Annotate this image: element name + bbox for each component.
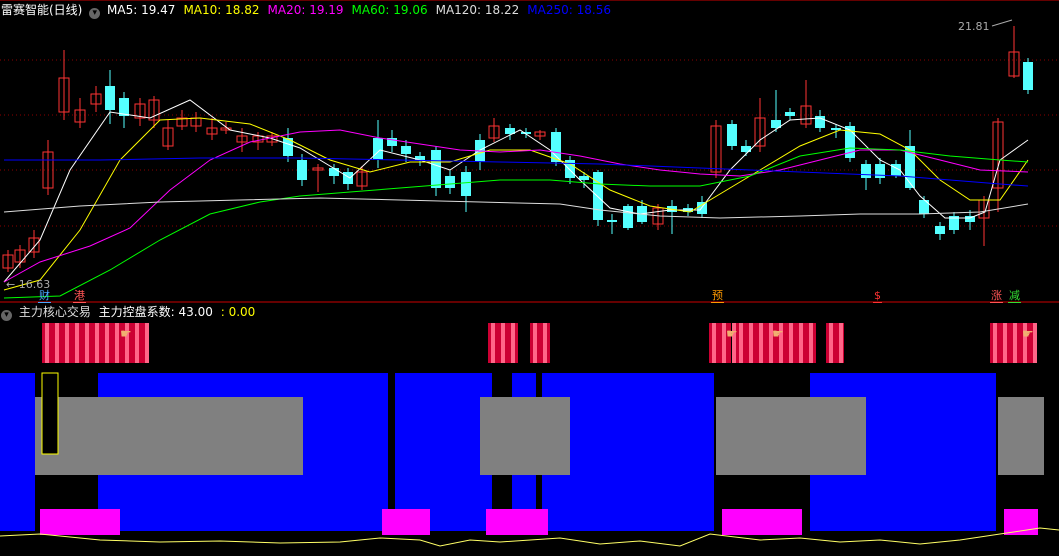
signal-bar-stripe: [75, 323, 79, 363]
signal-bar-stripe: [543, 323, 547, 363]
gray-block: [480, 397, 570, 475]
ma-legend-3: MA20: 19.19: [267, 3, 344, 17]
candle-body: [1023, 62, 1033, 90]
ma-line-3: [3, 129, 1029, 283]
signal-bar-stripe: [95, 323, 99, 363]
candle-body: [461, 172, 471, 196]
signal-bar-stripe: [145, 323, 149, 363]
signal-bar-stripe: [1003, 323, 1007, 363]
signal-bar-stripe: [491, 323, 495, 363]
signal-bar-stripe: [1013, 323, 1017, 363]
candle-body: [727, 124, 737, 146]
signal-bar-stripe: [501, 323, 505, 363]
event-tag-1[interactable]: 财: [38, 289, 51, 303]
subpanel-title-row: ▾ 主力核心交易 主力控盘系数: 43.00 : 0.00: [1, 304, 255, 321]
price-high-label: 21.81: [958, 20, 990, 33]
candle-body: [373, 138, 383, 160]
pointer-hand-icon: ☛: [120, 327, 132, 342]
magenta-block: [40, 509, 120, 535]
pointer-hand-icon: ☛: [726, 327, 738, 342]
kline-chart: 21.81← 16.63☛ ☛ ☛ ☛: [0, 0, 1059, 547]
price-high-pointer: [991, 19, 1013, 27]
indicator-label: 主力控盘系数: 43.00: [98, 305, 213, 319]
signal-bar-stripe: [135, 323, 139, 363]
magenta-block: [486, 509, 548, 535]
candle-body: [343, 172, 353, 184]
candle-body: [935, 226, 945, 234]
magenta-block: [722, 509, 802, 535]
ma-legend-5: MA120: 18.22: [435, 3, 520, 17]
signal-bar-stripe: [809, 323, 813, 363]
candle-body: [105, 86, 115, 110]
signal-bar-stripe: [85, 323, 89, 363]
event-tag-3[interactable]: 预: [711, 289, 724, 303]
gray-block: [716, 397, 866, 475]
highlight-box: [41, 372, 59, 455]
signal-bar-stripe: [55, 323, 59, 363]
ma-legend-2: MA10: 18.82: [183, 3, 260, 17]
candle-body: [607, 220, 617, 222]
candle-body: [297, 160, 307, 180]
indicator-value: : 0.00: [220, 305, 256, 319]
candle-body: [431, 150, 441, 188]
signal-bar-stripe: [65, 323, 69, 363]
ma-line-5: [3, 197, 1029, 219]
candle-body: [401, 146, 411, 154]
signal-bar-stripe: [105, 323, 109, 363]
candle-body: [861, 164, 871, 178]
event-tag-4[interactable]: $: [873, 289, 882, 303]
candle-body: [329, 168, 339, 176]
signal-bar-stripe: [749, 323, 753, 363]
candle-body: [623, 206, 633, 228]
gray-block: [998, 397, 1044, 475]
signal-bar-stripe: [993, 323, 997, 363]
candle-body: [785, 112, 795, 116]
ma-legend-4: MA60: 19.06: [351, 3, 428, 17]
gray-block: [35, 397, 303, 475]
chevron-down-icon[interactable]: ▾: [1, 310, 12, 321]
subpanel-name[interactable]: 主力核心交易: [19, 305, 91, 319]
candle-body: [875, 164, 885, 178]
ma-line-1: [3, 99, 1029, 283]
chart-title-row: 雷赛智能(日线) ▾ MA5: 19.47 MA10: 18.82 MA20: 19…: [1, 2, 619, 19]
chevron-down-icon[interactable]: ▾: [89, 8, 101, 19]
signal-bar-stripe: [115, 323, 119, 363]
ma-legend-6: MA250: 18.56: [527, 3, 611, 17]
candle-body: [593, 172, 603, 220]
signal-bar-stripe: [739, 323, 743, 363]
signal-bar-stripe: [829, 323, 833, 363]
candle-body: [579, 176, 589, 180]
event-tag-6[interactable]: 减: [1008, 289, 1021, 303]
blue-block: [395, 373, 492, 531]
magenta-block: [382, 509, 430, 535]
blue-block: [0, 373, 35, 531]
signal-bar-stripe: [799, 323, 803, 363]
signal-bar-stripe: [789, 323, 793, 363]
signal-bar-stripe: [511, 323, 515, 363]
ma-line-6: [4, 157, 1029, 187]
pointer-hand-icon: ☛: [1022, 327, 1034, 342]
pointer-hand-icon: ☛: [772, 327, 784, 342]
event-tag-5[interactable]: 涨: [990, 289, 1003, 303]
signal-bar-stripe: [45, 323, 49, 363]
candle-body: [445, 176, 455, 188]
stock-title[interactable]: 雷赛智能(日线): [1, 3, 82, 17]
ma-legend-1: MA5: 19.47: [107, 3, 176, 17]
signal-bar-stripe: [533, 323, 537, 363]
ma-line-2: [3, 117, 1029, 291]
signal-bar-stripe: [759, 323, 763, 363]
signal-bar-stripe: [839, 323, 843, 363]
event-tag-2[interactable]: 港: [73, 289, 86, 303]
signal-bar-stripe: [712, 323, 716, 363]
